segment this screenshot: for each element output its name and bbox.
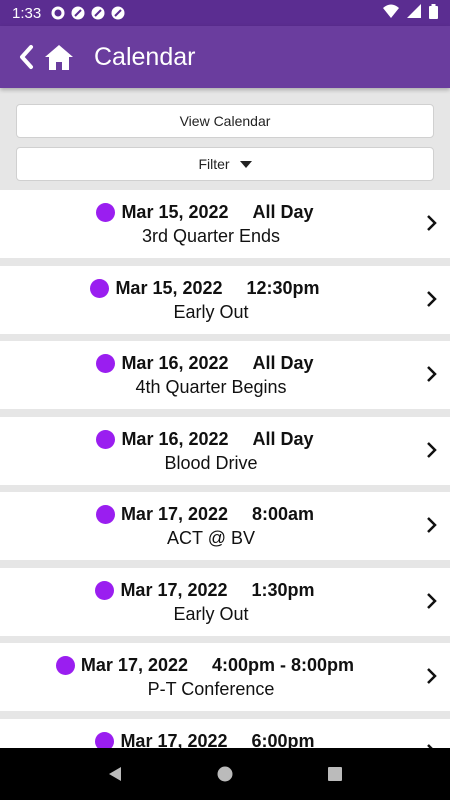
- event-date: Mar 15, 2022: [115, 277, 223, 298]
- event-time: All Day: [252, 352, 314, 373]
- event-date: Mar 17, 2022: [120, 730, 228, 749]
- back-nav-icon[interactable]: [105, 764, 125, 784]
- app-bar: Calendar: [0, 26, 450, 88]
- event-title: P-T Conference: [147, 679, 275, 699]
- chevron-right-icon: [426, 365, 438, 383]
- event-title: 4th Quarter Begins: [135, 377, 287, 397]
- event-dot-icon: [96, 353, 116, 373]
- status-bar: 1:33: [0, 0, 450, 26]
- chevron-right-icon: [426, 516, 438, 534]
- event-item[interactable]: Mar 17, 2022 1:30pm Early Out: [0, 568, 450, 636]
- event-dot-icon: [55, 655, 75, 675]
- event-item[interactable]: Mar 17, 2022 6:00pm: [0, 719, 450, 748]
- event-title: Early Out: [173, 302, 249, 322]
- event-dot-icon: [96, 429, 116, 449]
- event-time: All Day: [252, 201, 314, 222]
- home-nav-icon[interactable]: [215, 764, 235, 784]
- event-time: 12:30pm: [246, 277, 320, 298]
- battery-icon: [429, 3, 438, 23]
- event-date: Mar 17, 2022: [120, 503, 229, 524]
- event-time: 6:00pm: [251, 730, 315, 749]
- event-time: All Day: [252, 428, 314, 449]
- recents-nav-icon[interactable]: [325, 764, 345, 784]
- chevron-right-icon: [426, 214, 438, 232]
- back-icon[interactable]: [18, 42, 40, 72]
- event-item[interactable]: Mar 15, 2022 12:30pm Early Out: [0, 266, 450, 334]
- chevron-right-icon: [426, 441, 438, 459]
- event-date: Mar 16, 2022: [121, 428, 229, 449]
- event-title: Blood Drive: [164, 453, 258, 473]
- event-item[interactable]: Mar 16, 2022 All Day 4th Quarter Begins: [0, 341, 450, 409]
- view-calendar-button[interactable]: View Calendar: [16, 104, 434, 138]
- event-dot-icon: [95, 504, 115, 524]
- event-date: Mar 15, 2022: [121, 201, 229, 222]
- event-dot-icon: [95, 731, 115, 748]
- event-item[interactable]: Mar 17, 2022 4:00pm - 8:00pm P-T Conferen…: [0, 643, 450, 711]
- event-list: Mar 15, 2022 All Day 3rd Quarter Ends Mar…: [0, 190, 450, 748]
- status-time: 1:33: [12, 4, 42, 22]
- event-date: Mar 17, 2022: [120, 579, 228, 600]
- chevron-right-icon: [426, 667, 438, 685]
- signal-icon: [407, 4, 421, 22]
- event-time: 1:30pm: [251, 579, 315, 600]
- event-title: ACT @ BV: [167, 528, 255, 548]
- home-icon[interactable]: [44, 42, 78, 72]
- chevron-right-icon: [426, 290, 438, 308]
- caret-down-icon: [239, 160, 252, 168]
- filter-label: Filter: [198, 156, 230, 172]
- settings-icon: [51, 6, 65, 20]
- event-title: 3rd Quarter Ends: [141, 226, 281, 246]
- app-notification-icon: [71, 6, 85, 20]
- event-item[interactable]: Mar 17, 2022 8:00am ACT @ BV: [0, 492, 450, 560]
- event-dot-icon: [96, 202, 116, 222]
- chevron-right-icon: [426, 592, 438, 610]
- event-dot-icon: [95, 580, 115, 600]
- page-title: Calendar: [94, 42, 196, 71]
- event-date: Mar 17, 2022: [80, 654, 188, 675]
- event-item[interactable]: Mar 16, 2022 All Day Blood Drive: [0, 417, 450, 485]
- wifi-icon: [383, 4, 399, 22]
- event-date: Mar 16, 2022: [121, 352, 229, 373]
- view-calendar-label: View Calendar: [179, 113, 271, 129]
- app-notification-icon: [91, 6, 105, 20]
- event-dot-icon: [90, 278, 110, 298]
- app-notification-icon: [111, 6, 125, 20]
- event-time: 8:00am: [252, 503, 315, 524]
- event-time: 4:00pm - 8:00pm: [212, 654, 355, 675]
- system-nav-bar: [0, 748, 450, 800]
- event-item[interactable]: Mar 15, 2022 All Day 3rd Quarter Ends: [0, 190, 450, 258]
- event-title: Early Out: [173, 604, 249, 624]
- filter-button[interactable]: Filter: [16, 147, 434, 181]
